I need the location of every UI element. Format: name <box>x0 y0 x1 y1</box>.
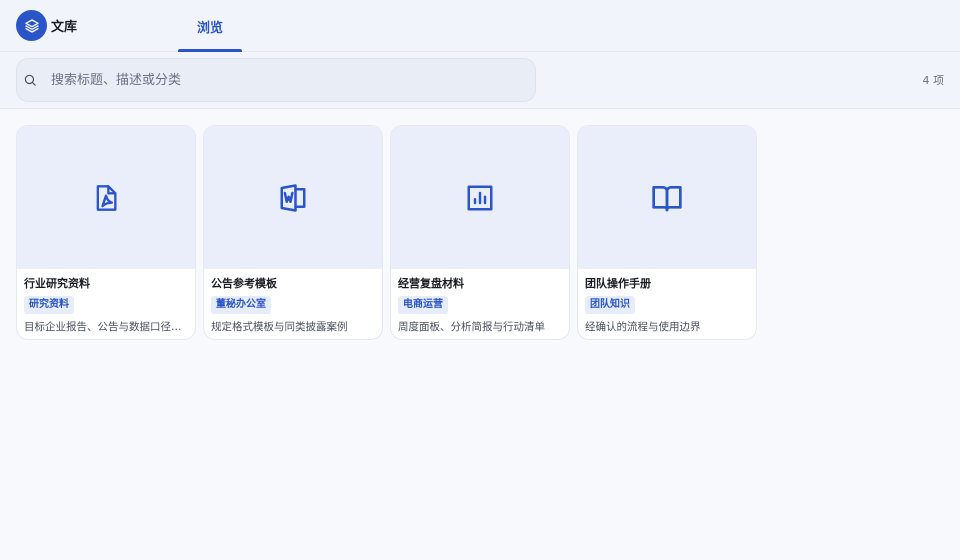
book-icon <box>652 185 682 211</box>
card-grid: 行业研究资料 研究资料 目标企业报告、公告与数据口径说明 公告参考模板 董秘办公… <box>16 125 757 340</box>
search-bar: 4 项 <box>0 52 960 109</box>
card-title: 公告参考模板 <box>211 277 277 290</box>
bar-chart-icon <box>467 185 493 210</box>
card-title: 团队操作手册 <box>585 277 651 290</box>
card-title: 经营复盘材料 <box>398 277 464 290</box>
word-file-icon <box>280 183 306 212</box>
pdf-file-icon <box>96 184 117 211</box>
card-thumbnail <box>391 126 569 269</box>
layers-icon <box>16 10 47 41</box>
category-tag: 董秘办公室 <box>211 296 271 314</box>
card-thumbnail <box>204 126 382 269</box>
card-title: 行业研究资料 <box>24 277 90 290</box>
tab-browse-label: 浏览 <box>196 20 223 36</box>
card-team-manual[interactable]: 团队操作手册 团队知识 经确认的流程与使用边界 <box>577 125 757 340</box>
brand-name: 文库 <box>51 20 78 35</box>
brand[interactable]: 文库 <box>16 10 77 41</box>
top-bar: 文库 浏览 <box>0 0 960 52</box>
search-box[interactable] <box>16 58 536 102</box>
card-description: 规定格式模板与同类披露案例 <box>211 321 348 333</box>
category-tag: 团队知识 <box>585 296 635 314</box>
tab-browse[interactable]: 浏览 <box>178 0 242 52</box>
card-description: 周度面板、分析简报与行动清单 <box>398 321 545 333</box>
card-announcement-template[interactable]: 公告参考模板 董秘办公室 规定格式模板与同类披露案例 <box>203 125 383 340</box>
card-description: 经确认的流程与使用边界 <box>585 321 701 333</box>
card-operations-review[interactable]: 经营复盘材料 电商运营 周度面板、分析简报与行动清单 <box>390 125 570 340</box>
result-count: 4 项 <box>922 74 945 87</box>
category-tag: 电商运营 <box>398 296 448 314</box>
card-thumbnail <box>578 126 756 269</box>
search-input[interactable] <box>51 59 521 101</box>
category-tag: 研究资料 <box>24 296 74 314</box>
card-industry-research[interactable]: 行业研究资料 研究资料 目标企业报告、公告与数据口径说明 <box>16 125 196 340</box>
card-description: 目标企业报告、公告与数据口径说明 <box>24 321 188 333</box>
card-thumbnail <box>17 126 195 269</box>
search-icon <box>24 74 36 86</box>
